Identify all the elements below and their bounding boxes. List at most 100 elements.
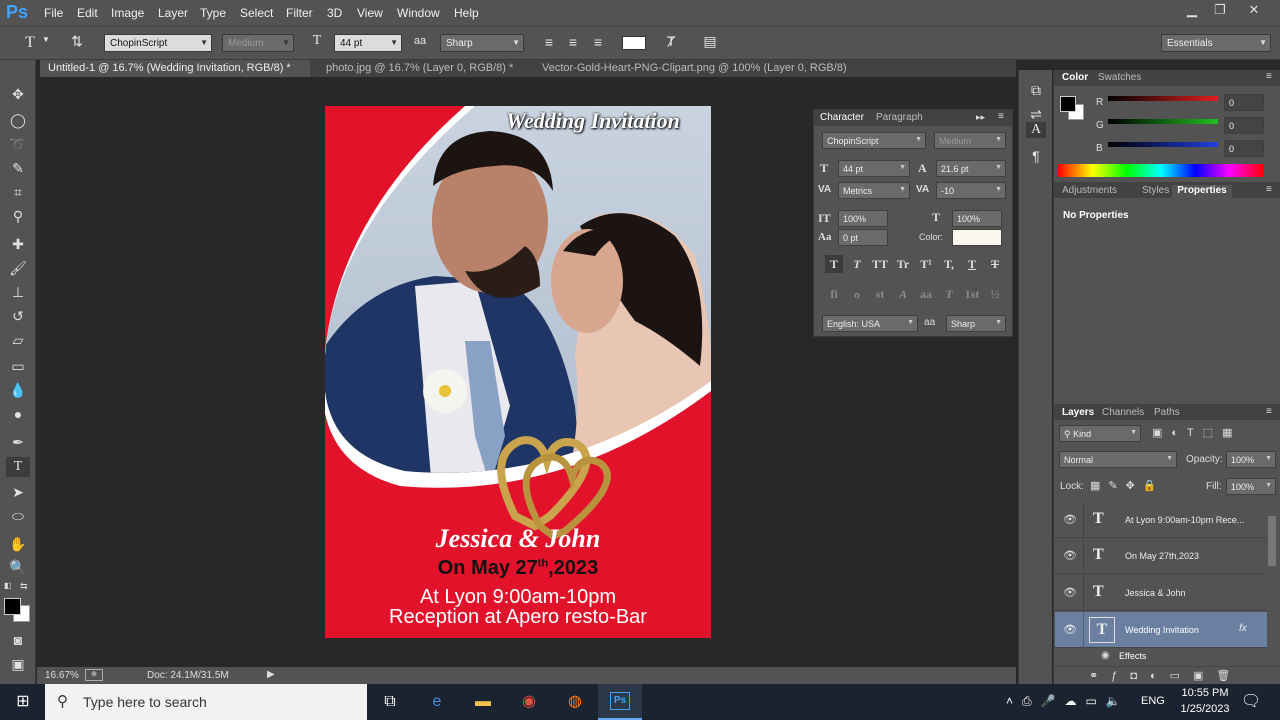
photoshop-taskbar-button[interactable]: Ps <box>598 684 642 720</box>
titling-button[interactable]: T <box>940 285 958 303</box>
channel-r-slider[interactable] <box>1108 96 1218 101</box>
tab-untitled-1[interactable]: Untitled-1 @ 16.7% (Wedding Invitation, … <box>40 60 310 87</box>
swap-colors-icon[interactable]: ⇆ <box>20 581 30 591</box>
antialias-select[interactable]: Sharp ▼ <box>440 34 524 52</box>
menu-file[interactable]: File <box>44 6 63 20</box>
eye-icon[interactable]: 👁 <box>1063 623 1077 636</box>
brush-tool-icon[interactable]: 🖌 <box>6 258 30 278</box>
font-size-select[interactable]: 44 pt ▼ <box>334 34 402 52</box>
tab-gold-heart[interactable]: Vector-Gold-Heart-PNG-Clipart.png @ 100%… <box>534 60 864 87</box>
eraser-tool-icon[interactable]: ▱ <box>6 330 30 350</box>
pen-tool-icon[interactable]: ✒ <box>6 432 30 452</box>
notifications-icon[interactable]: 🗨 <box>1236 690 1266 714</box>
crop-tool-icon[interactable]: ⌗ <box>6 182 30 202</box>
zoom-tool-icon[interactable]: 🔍 <box>6 557 30 577</box>
text-color-swatch[interactable] <box>622 36 646 50</box>
dodge-tool-icon[interactable]: ● <box>6 404 30 424</box>
menu-select[interactable]: Select <box>240 6 273 20</box>
path-select-tool-icon[interactable]: ➤ <box>6 482 30 502</box>
channel-b-slider[interactable] <box>1108 142 1218 147</box>
faux-italic-button[interactable]: T <box>848 255 866 273</box>
eye-icon[interactable]: ◉ <box>1101 650 1110 661</box>
tab-paragraph[interactable]: Paragraph <box>876 112 923 123</box>
tab-character[interactable]: Character <box>820 112 864 123</box>
layer-effects-badge[interactable]: fx <box>1239 623 1247 634</box>
history-brush-tool-icon[interactable]: ↺ <box>6 306 30 326</box>
channel-r-input[interactable]: 0 <box>1224 94 1264 111</box>
layer-row[interactable]: 👁 T At Lyon 9:00am-10pm Rece... <box>1055 502 1267 538</box>
panel-menu-icon[interactable]: ≡ <box>1266 406 1272 417</box>
character-panel-toggle-icon[interactable]: ▤ <box>700 33 720 50</box>
discretionary-ligatures-button[interactable]: st <box>871 285 889 303</box>
collapse-icon[interactable]: ▸▸ <box>976 112 985 123</box>
invitation-document[interactable]: Wedding Invitation Jessica & John On May… <box>325 106 711 638</box>
char-kerning-select[interactable]: Metrics ▼ <box>838 182 910 199</box>
layer-kind-filter[interactable]: ⚲ Kind ▼ <box>1059 425 1141 442</box>
restore-icon[interactable]: ❐ <box>1206 2 1234 18</box>
effects-row[interactable]: ◉ Effects <box>1055 648 1267 664</box>
foreground-color-swatch[interactable] <box>1060 96 1076 112</box>
tab-paths[interactable]: Paths <box>1154 407 1180 418</box>
stamp-tool-icon[interactable]: ⊥ <box>6 282 30 302</box>
channel-b-input[interactable]: 0 <box>1224 140 1264 157</box>
channel-g-input[interactable]: 0 <box>1224 117 1264 134</box>
language-indicator[interactable]: ENG <box>1141 695 1165 707</box>
menu-help[interactable]: Help <box>454 6 479 20</box>
strikethrough-button[interactable]: T <box>986 255 1004 273</box>
gradient-tool-icon[interactable]: ▭ <box>6 356 30 376</box>
shape-tool-icon[interactable]: ⬭ <box>6 506 30 526</box>
type-tool-icon[interactable]: T <box>6 457 30 477</box>
firefox-icon[interactable]: ◍ <box>560 690 590 714</box>
ligatures-button[interactable]: fi <box>825 285 843 303</box>
menu-edit[interactable]: Edit <box>77 6 98 20</box>
eyedropper-tool-icon[interactable]: ⚲ <box>6 206 30 226</box>
layer-action-icons[interactable]: ⚭ƒ◘◐▭▣🗑 <box>1089 669 1243 682</box>
screen-mode-icon[interactable]: ▣ <box>6 654 30 674</box>
menu-layer[interactable]: Layer <box>158 6 188 20</box>
language-select[interactable]: English: USA ▼ <box>822 315 918 332</box>
char-color-swatch[interactable] <box>952 229 1002 246</box>
menu-filter[interactable]: Filter <box>286 6 313 20</box>
ordinals-button[interactable]: 1st <box>963 285 981 303</box>
menu-window[interactable]: Window <box>397 6 440 20</box>
superscript-button[interactable]: T¹ <box>917 255 935 273</box>
windows-start-icon[interactable]: ⊞ <box>8 690 38 714</box>
actions-panel-icon[interactable]: ⇌ <box>1026 106 1046 123</box>
align-left-icon[interactable]: ≡ <box>540 34 558 50</box>
tab-adjustments[interactable]: Adjustments <box>1062 185 1117 196</box>
char-tracking-select[interactable]: -10 ▼ <box>936 182 1006 199</box>
edge-icon[interactable]: e <box>422 690 452 714</box>
chrome-icon[interactable]: ◉ <box>514 690 544 714</box>
menu-type[interactable]: Type <box>200 6 226 20</box>
lock-icons[interactable]: ▦✎✥🔒 <box>1090 479 1165 492</box>
char-leading-select[interactable]: 21.6 pt ▼ <box>936 160 1006 177</box>
tab-photo[interactable]: photo.jpg @ 16.7% (Layer 0, RGB/8) * ✕ <box>318 60 532 87</box>
small-caps-button[interactable]: Tr <box>894 255 912 273</box>
menu-view[interactable]: View <box>357 6 383 20</box>
channel-g-slider[interactable] <box>1108 119 1218 124</box>
layer-row-selected[interactable]: 👁 T Wedding Invitation fx <box>1055 612 1267 648</box>
layer-row[interactable]: 👁 T On May 27th,2023 <box>1055 538 1267 574</box>
char-vscale-input[interactable]: 100% <box>838 210 888 227</box>
type-tool-preset-icon[interactable]: T <box>20 34 40 52</box>
menu-image[interactable]: Image <box>111 6 144 20</box>
subscript-button[interactable]: T, <box>940 255 958 273</box>
char-antialias-select[interactable]: Sharp ▼ <box>946 315 1006 332</box>
zoom-level[interactable]: 16.67% <box>45 670 79 681</box>
eye-icon[interactable]: 👁 <box>1063 549 1077 562</box>
faux-bold-button[interactable]: T <box>825 255 843 273</box>
blur-tool-icon[interactable]: 💧 <box>6 380 30 400</box>
panel-menu-icon[interactable]: ≡ <box>1266 184 1272 195</box>
old-style-button[interactable]: ℴ <box>848 285 866 303</box>
paragraph-panel-icon[interactable]: ¶ <box>1026 148 1046 164</box>
minimize-icon[interactable]: ▁ <box>1178 2 1206 18</box>
move-tool-icon[interactable]: ✥ <box>6 84 30 104</box>
eye-icon[interactable]: 👁 <box>1063 513 1077 526</box>
quick-select-tool-icon[interactable]: ✎ <box>6 158 30 178</box>
char-baseline-input[interactable]: 0 pt <box>838 229 888 246</box>
fractions-button[interactable]: ½ <box>986 285 1004 303</box>
workspace-select[interactable]: Essentials ▼ <box>1161 34 1271 52</box>
warp-text-icon[interactable]: Ⱦ <box>662 33 680 49</box>
char-hscale-input[interactable]: 100% <box>952 210 1002 227</box>
file-explorer-icon[interactable]: ▬ <box>468 690 498 714</box>
